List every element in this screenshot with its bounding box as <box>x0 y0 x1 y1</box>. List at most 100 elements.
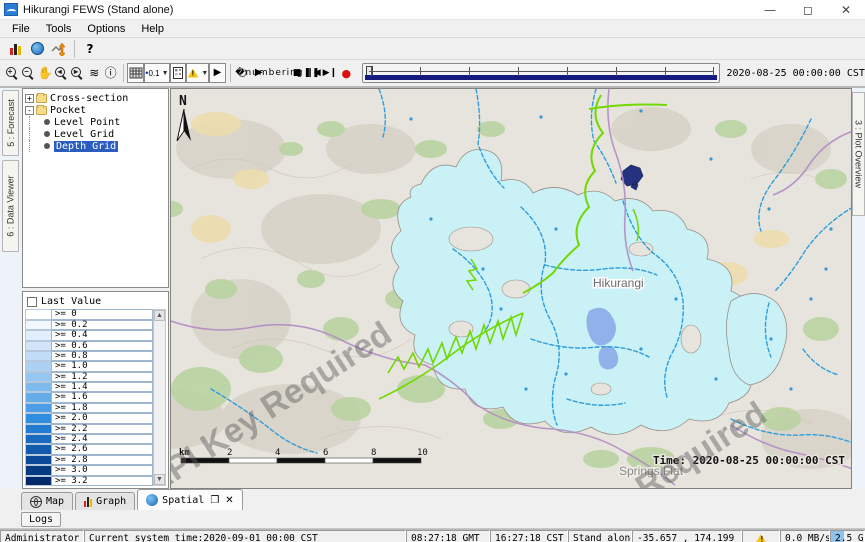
legend-color-swatch <box>25 465 51 475</box>
timeline-tick <box>469 67 470 76</box>
skip-to-end-button[interactable]: ▶❙ <box>322 63 338 83</box>
legend-row[interactable]: >= 1.4 <box>25 382 153 392</box>
legend-color-swatch <box>25 351 51 361</box>
tab-graph[interactable]: Graph <box>75 492 135 510</box>
scroll-down-icon[interactable]: ▼ <box>154 474 165 485</box>
info-icon[interactable]: ⓘ <box>102 63 118 83</box>
zoom-in-icon[interactable]: + <box>4 63 20 83</box>
tree-item-level-point[interactable]: Level Point <box>25 116 166 128</box>
legend-scrollbar[interactable]: ▲ ▼ <box>153 309 166 486</box>
menu-help[interactable]: Help <box>133 22 172 36</box>
legend-color-swatch <box>25 413 51 423</box>
node-bullet-icon <box>44 119 50 125</box>
legend-toggle-icon[interactable] <box>170 63 186 83</box>
legend-row[interactable]: >= 0 <box>25 309 153 319</box>
grid-display-icon[interactable] <box>127 63 143 83</box>
legend-row[interactable]: >= 2.0 <box>25 413 153 423</box>
status-user: Administrator <box>0 530 84 542</box>
tree-expander-icon[interactable]: + <box>25 94 34 103</box>
zoom-next-icon[interactable]: ▸ <box>70 63 86 83</box>
svg-text:10: 10 <box>417 448 428 458</box>
status-warning[interactable] <box>742 530 780 542</box>
right-tab-strip: 3 : Plot Overview <box>852 88 865 489</box>
last-value-checkbox[interactable] <box>27 297 37 307</box>
app-icon <box>4 3 18 16</box>
tree-item-label: Depth Grid <box>54 141 118 152</box>
tree-item-depth-grid[interactable]: Depth Grid <box>25 140 166 152</box>
legend-threshold-label: >= 0 <box>51 309 153 319</box>
menu-options[interactable]: Options <box>79 22 133 36</box>
tab-map[interactable]: Map <box>21 492 73 510</box>
tree-item-level-grid[interactable]: Level Grid <box>25 128 166 140</box>
menu-tools[interactable]: Tools <box>38 22 80 36</box>
pan-hand-icon[interactable]: ✋ <box>37 63 54 83</box>
maximize-button[interactable]: ◻ <box>789 0 827 19</box>
node-bullet-icon <box>44 131 50 137</box>
svg-text:2: 2 <box>227 448 232 458</box>
legend-color-swatch <box>25 382 51 392</box>
skip-to-start-button[interactable]: ❙◀ <box>305 63 321 83</box>
tab-close-icon[interactable]: ✕ <box>225 495 233 506</box>
legend-row[interactable]: >= 2.2 <box>25 424 153 434</box>
stop-button[interactable]: ■ <box>289 63 305 83</box>
legend-threshold-label: >= 1.0 <box>51 361 153 371</box>
contour-interval-dropdown[interactable]: •0.1▼ <box>144 63 170 83</box>
svg-text:4: 4 <box>275 448 280 458</box>
map-view[interactable]: N km 2 4 6 8 10 Hi <box>170 88 852 489</box>
tree-item-pocket[interactable]: -Pocket <box>25 104 166 116</box>
tab-maximize-icon[interactable]: ❐ <box>210 495 219 506</box>
legend-row[interactable]: >= 0.2 <box>25 320 153 330</box>
layers-icon[interactable]: ≋ <box>86 63 102 83</box>
pause-button[interactable]: �numbering❚❚ <box>267 63 289 83</box>
timeline-slider[interactable] <box>362 63 720 83</box>
legend-row[interactable]: >= 1.0 <box>25 361 153 371</box>
legend-row[interactable]: >= 1.8 <box>25 403 153 413</box>
legend-color-swatch <box>25 434 51 444</box>
svg-text:6: 6 <box>323 448 328 458</box>
tab-label: Spatial <box>162 495 204 506</box>
logs-button[interactable]: Logs <box>21 512 61 527</box>
status-mode: Stand alone <box>568 530 632 542</box>
explorer-charts-icon[interactable] <box>4 39 26 59</box>
folder-icon <box>36 94 47 103</box>
svg-text:N: N <box>179 94 187 109</box>
spatial-display-globe-icon[interactable] <box>26 39 48 59</box>
legend-row[interactable]: >= 0.6 <box>25 341 153 351</box>
logs-row: Logs <box>0 510 865 529</box>
place-label-hikurangi: Hikurangi <box>593 276 644 290</box>
zoom-previous-icon[interactable]: ◂ <box>54 63 70 83</box>
legend-row[interactable]: >= 1.6 <box>25 392 153 402</box>
legend-threshold-label: >= 2.8 <box>51 455 153 465</box>
legend-row[interactable]: >= 2.4 <box>25 434 153 444</box>
scroll-up-icon[interactable]: ▲ <box>154 310 165 321</box>
legend-row[interactable]: >= 0.8 <box>25 351 153 361</box>
timeline-current-time: 2020-08-25 00:00:00 CST <box>726 68 864 79</box>
last-value-label: Last Value <box>41 296 101 307</box>
animation-dialog-icon[interactable]: ▶ <box>209 63 225 83</box>
legend-color-swatch <box>25 320 51 330</box>
tab-forecast[interactable]: 5 : Forecast <box>2 90 19 156</box>
status-coordinates: -35.657 , 174.199 <box>632 530 742 542</box>
record-button[interactable]: ● <box>338 63 354 83</box>
legend-row[interactable]: >= 2.6 <box>25 444 153 454</box>
tab-plot-overview[interactable]: 3 : Plot Overview <box>852 92 865 216</box>
legend-row[interactable]: >= 3.2 <box>25 476 153 486</box>
tree-expander-icon[interactable]: - <box>25 106 34 115</box>
tab-data-viewer[interactable]: 6 : Data Viewer <box>2 160 19 252</box>
timeline-tick <box>665 67 666 76</box>
thresholds-warning-dropdown[interactable]: ▼ <box>186 63 209 83</box>
timeseries-dialog-icon[interactable] <box>48 39 70 59</box>
tree-item-cross-section[interactable]: +Cross-section <box>25 92 166 104</box>
legend-color-swatch <box>25 455 51 465</box>
close-button[interactable]: ✕ <box>827 0 865 19</box>
legend-row[interactable]: >= 3.0 <box>25 465 153 475</box>
legend-row[interactable]: >= 2.8 <box>25 455 153 465</box>
tab-spatial[interactable]: Spatial ❐ ✕ <box>137 489 243 510</box>
legend-row[interactable]: >= 1.2 <box>25 372 153 382</box>
status-download-rate: 0.0 MB/s <box>780 530 830 542</box>
minimize-button[interactable]: — <box>751 0 789 19</box>
help-button[interactable]: ? <box>79 39 101 59</box>
menu-file[interactable]: File <box>4 22 38 36</box>
zoom-out-icon[interactable]: − <box>20 63 36 83</box>
legend-row[interactable]: >= 0.4 <box>25 330 153 340</box>
